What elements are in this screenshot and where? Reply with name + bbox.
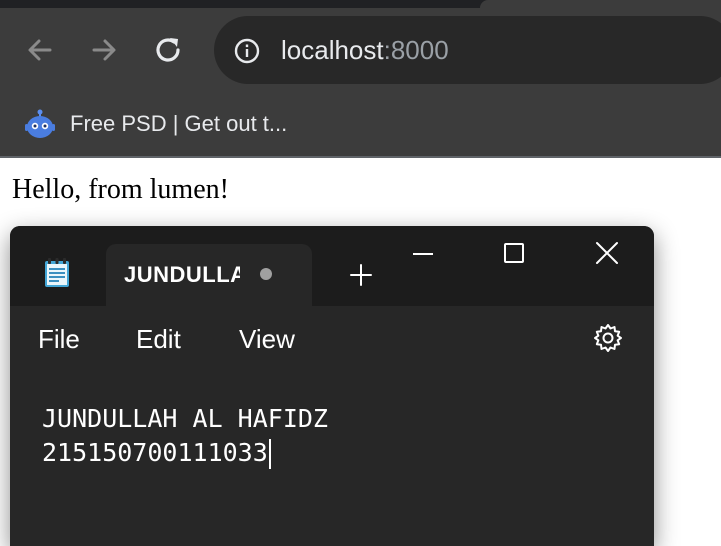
arrow-right-icon — [92, 39, 116, 61]
text-line-1: JUNDULLAH AL HAFIDZ — [42, 404, 328, 433]
close-button[interactable] — [584, 234, 630, 274]
text-caret — [268, 439, 271, 469]
reload-icon — [156, 38, 180, 62]
menu-edit[interactable]: Edit — [136, 324, 181, 355]
notepad-window: JUNDULLAH AL HAFIDZ File Edit View JUNDU… — [10, 226, 654, 546]
back-button[interactable] — [18, 28, 62, 72]
unsaved-indicator-icon[interactable] — [260, 268, 272, 280]
url-port: :8000 — [383, 35, 449, 65]
bookmark-item[interactable]: Free PSD | Get out t... — [24, 104, 287, 144]
site-info-icon[interactable] — [234, 38, 260, 64]
notepad-tab-title: JUNDULLAH AL HAFIDZ — [124, 262, 240, 287]
forward-button[interactable] — [82, 28, 126, 72]
notepad-app-icon — [45, 258, 69, 287]
gear-icon[interactable] — [592, 322, 624, 354]
url-host: localhost — [281, 35, 384, 65]
notepad-menubar: File Edit View — [10, 306, 654, 373]
bookmarks-bar: Free PSD | Get out t... — [0, 100, 721, 158]
minimize-button[interactable] — [400, 234, 446, 274]
arrow-left-icon — [28, 39, 52, 61]
add-tab-icon[interactable] — [346, 260, 376, 290]
active-browser-tab[interactable] — [480, 0, 721, 8]
reload-button[interactable] — [146, 28, 190, 72]
address-bar[interactable]: localhost:8000 — [214, 16, 721, 84]
browser-toolbar: localhost:8000 — [0, 0, 721, 100]
menu-view[interactable]: View — [239, 324, 295, 355]
maximize-button[interactable] — [491, 234, 537, 274]
url-text[interactable]: localhost:8000 — [281, 34, 449, 66]
page-greeting: Hello, from lumen! — [12, 174, 229, 205]
notepad-tab[interactable]: JUNDULLAH AL HAFIDZ — [106, 244, 312, 306]
notepad-titlebar[interactable]: JUNDULLAH AL HAFIDZ — [10, 226, 654, 306]
menu-file[interactable]: File — [38, 324, 80, 355]
notepad-text-area[interactable]: JUNDULLAH AL HAFIDZ 215150700111033 — [10, 372, 654, 546]
robot-favicon-icon — [25, 109, 55, 138]
bookmark-label: Free PSD | Get out t... — [70, 111, 288, 136]
text-line-2-content: 215150700111033 — [42, 438, 268, 467]
text-line-2: 215150700111033 — [42, 436, 271, 470]
